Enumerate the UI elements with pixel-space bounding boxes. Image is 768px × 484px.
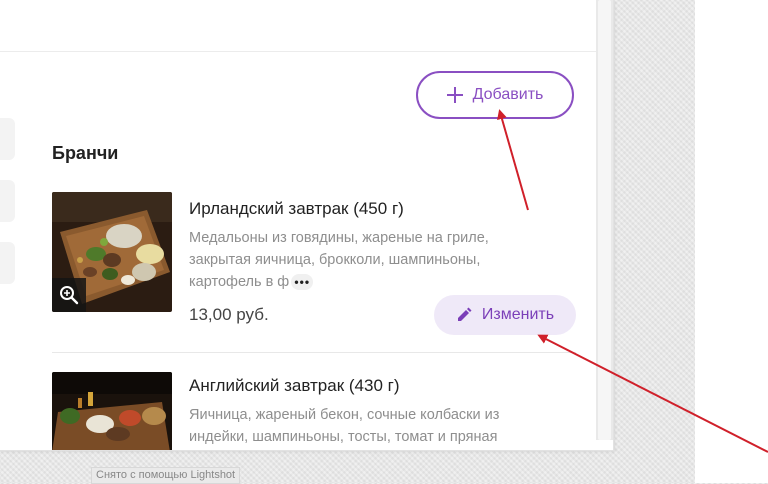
scrollbar-thumb[interactable] [598,0,611,440]
dish-title: Английский завтрак (430 г) [189,376,400,395]
section-title: Бранчи [52,143,119,163]
category-tab[interactable] [0,118,15,160]
dish-description: Медальоны из говядины, жареные на гриле,… [189,227,529,293]
category-tab[interactable] [0,180,15,222]
more-button[interactable]: ••• [291,274,314,291]
dish-image[interactable] [52,192,172,312]
category-tab[interactable] [0,242,15,284]
zoom-in-icon [60,286,79,305]
add-button[interactable]: Добавить [416,71,574,119]
plus-icon [446,87,463,103]
edit-button-label: Изменить [481,306,555,323]
edit-button[interactable]: Изменить [434,295,576,335]
scrollbar[interactable] [596,0,613,440]
dish-photo [52,372,172,450]
pencil-icon [457,307,472,321]
menu-panel: Добавить Бранчи Ирландский завтрак (450 … [0,0,614,451]
add-button-label: Добавить [472,86,544,103]
panel-header-strip [0,0,613,52]
dish-title: Ирландский завтрак (450 г) [189,199,404,218]
dish-description-text: Медальоны из говядины, жареные на гриле,… [189,230,489,290]
dish-price: 13,00 руб. [189,305,269,324]
dish-image[interactable] [52,372,172,450]
lightshot-watermark: Снято с помощью Lightshot [91,467,241,484]
page-background-right [695,0,768,483]
item-divider [52,352,576,353]
zoom-button[interactable] [52,278,86,312]
dish-description: Яичница, жареный бекон, сочные колбаски … [189,407,500,445]
